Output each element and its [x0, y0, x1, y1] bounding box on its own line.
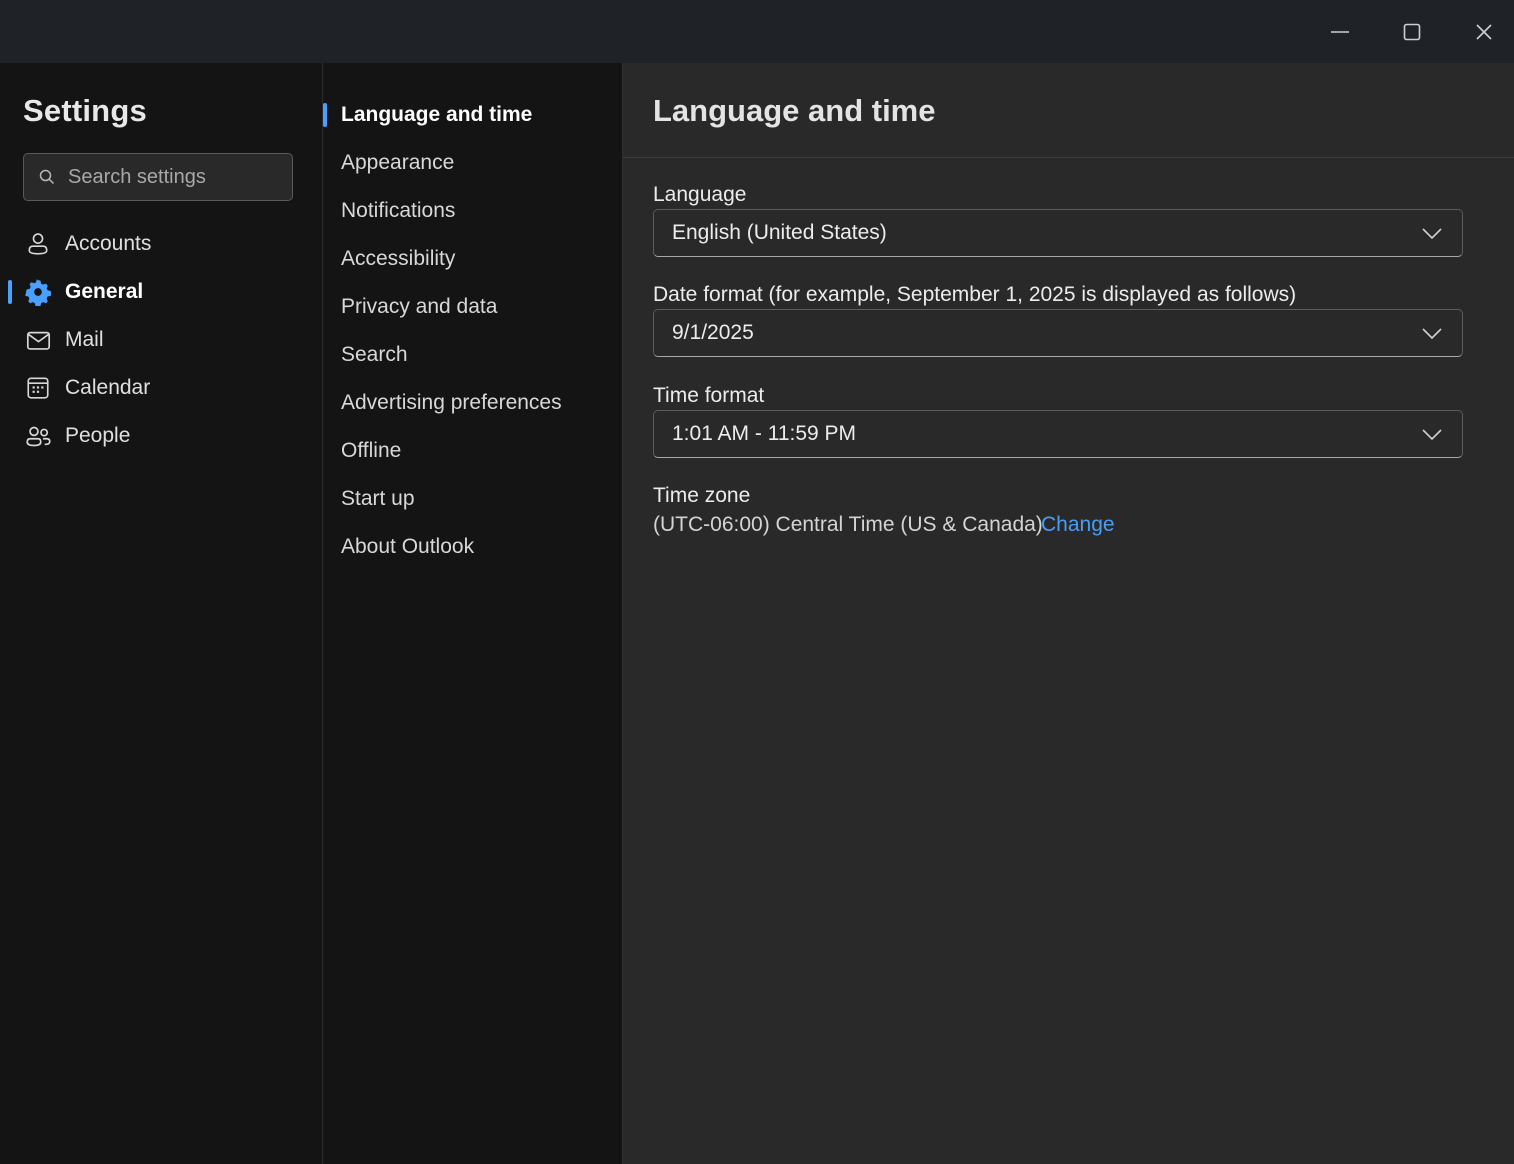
subnav-item-label: Accessibility [341, 247, 456, 270]
subnav-item-label: Advertising preferences [341, 391, 562, 414]
minimize-button[interactable] [1304, 0, 1376, 63]
search-settings-box[interactable] [23, 153, 293, 201]
close-button[interactable] [1448, 0, 1514, 63]
time-format-value: 1:01 AM - 11:59 PM [672, 422, 857, 445]
subnav-item-advertising-preferences[interactable]: Advertising preferences [323, 381, 622, 425]
minimize-icon [1331, 30, 1349, 33]
subnav-item-label: Notifications [341, 199, 456, 222]
subnav-item-notifications[interactable]: Notifications [323, 189, 622, 233]
time-format-dropdown[interactable]: 1:01 AM - 11:59 PM [653, 410, 1463, 458]
people-icon [24, 422, 52, 450]
subnav-item-label: Start up [341, 487, 415, 510]
mail-icon [24, 326, 52, 354]
settings-sidebar: Settings Accounts General Mail Calendar [0, 63, 322, 1164]
subnav-item-label: Language and time [341, 103, 533, 126]
subnav-item-label: Offline [341, 439, 402, 462]
close-icon [1476, 23, 1492, 40]
date-format-value: 9/1/2025 [672, 321, 754, 344]
date-format-label: Date format (for example, September 1, 2… [653, 283, 1297, 306]
subnav-item-start-up[interactable]: Start up [323, 477, 622, 521]
subnav-item-label: Search [341, 343, 408, 366]
time-format-label: Time format [653, 384, 765, 407]
time-zone-value: (UTC-06:00) Central Time (US & Canada) [653, 513, 1043, 536]
subnav-item-privacy-and-data[interactable]: Privacy and data [323, 285, 622, 329]
sidebar-item-label: Mail [65, 328, 104, 351]
language-value: English (United States) [672, 221, 887, 244]
page-title: Language and time [653, 93, 936, 128]
subnav-item-label: Privacy and data [341, 295, 498, 318]
gear-icon [24, 278, 52, 306]
general-subnav: Language and time Appearance Notificatio… [323, 63, 622, 1164]
subnav-item-offline[interactable]: Offline [323, 429, 622, 473]
subnav-item-appearance[interactable]: Appearance [323, 141, 622, 185]
header-divider [623, 157, 1514, 158]
maximize-button[interactable] [1376, 0, 1448, 63]
subnav-item-label: About Outlook [341, 535, 475, 558]
sidebar-item-label: People [65, 424, 131, 447]
sidebar-item-label: General [65, 280, 144, 303]
subnav-item-label: Appearance [341, 151, 455, 174]
sidebar-item-people[interactable]: People [0, 414, 322, 458]
language-label: Language [653, 183, 747, 206]
search-icon [38, 168, 56, 186]
sidebar-item-accounts[interactable]: Accounts [0, 222, 322, 266]
subnav-item-accessibility[interactable]: Accessibility [323, 237, 622, 281]
chevron-down-icon [1422, 224, 1444, 244]
active-indicator [323, 103, 327, 127]
time-zone-label: Time zone [653, 484, 751, 507]
calendar-icon [24, 374, 52, 402]
chevron-down-icon [1422, 425, 1444, 445]
settings-title: Settings [23, 93, 147, 128]
sidebar-item-calendar[interactable]: Calendar [0, 366, 322, 410]
chevron-down-icon [1422, 324, 1444, 344]
sidebar-item-label: Accounts [65, 232, 152, 255]
title-bar [0, 0, 1514, 63]
language-dropdown[interactable]: English (United States) [653, 209, 1463, 257]
change-time-zone-link[interactable]: Change [1041, 513, 1115, 537]
subnav-item-about-outlook[interactable]: About Outlook [323, 525, 622, 569]
date-format-dropdown[interactable]: 9/1/2025 [653, 309, 1463, 357]
settings-content: Language and time Language English (Unit… [623, 63, 1514, 1164]
maximize-icon [1403, 23, 1421, 40]
subnav-item-search[interactable]: Search [323, 333, 622, 377]
sidebar-item-mail[interactable]: Mail [0, 318, 322, 362]
person-icon [24, 230, 52, 258]
active-indicator [8, 280, 12, 304]
search-settings-input[interactable] [68, 165, 268, 189]
sidebar-item-general[interactable]: General [0, 270, 322, 314]
subnav-item-language-and-time[interactable]: Language and time [323, 93, 622, 137]
sidebar-item-label: Calendar [65, 376, 151, 399]
